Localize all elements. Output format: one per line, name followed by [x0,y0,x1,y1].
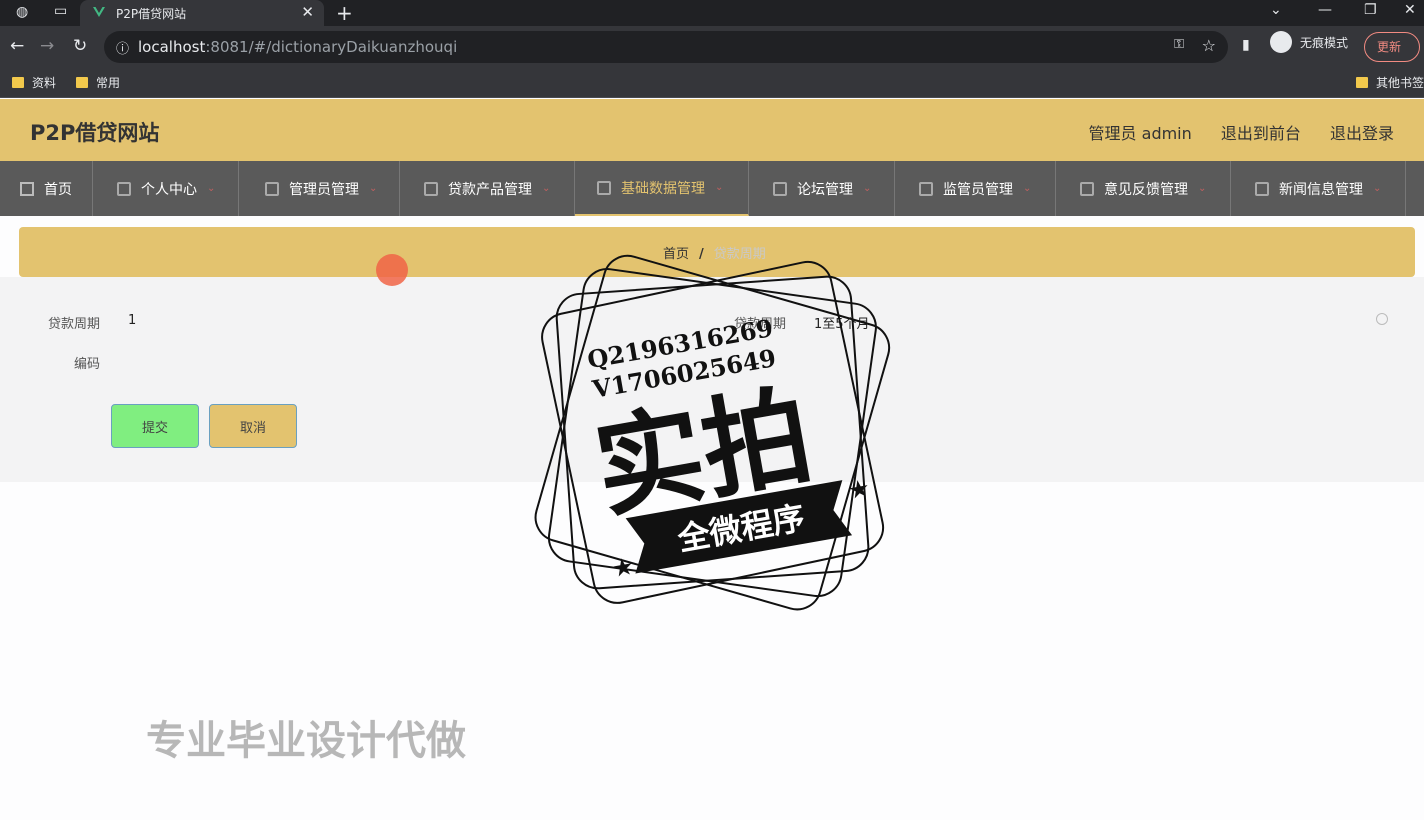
star-icon: ★ [610,552,636,583]
update-button[interactable]: 更新 [1364,32,1420,62]
tab-title: P2P借贷网站 [116,6,187,21]
update-label: 更新 [1377,40,1402,54]
chevron-down-icon: ⌄ [542,183,551,194]
nav-label: 监管员管理 [943,181,1013,198]
to-front-link[interactable]: 退出到前台 [1221,124,1301,143]
address-row: ← → ↻ ⓘ localhost :8081/#/dictionaryDaik… [0,26,1424,68]
sidepanel-icon[interactable]: ▮ [1242,37,1250,53]
user-icon [117,181,131,196]
field-label: 贷款周期 [47,317,100,332]
home-icon [20,181,34,196]
back-icon[interactable]: ← [10,36,24,56]
clear-icon[interactable] [1376,313,1388,325]
bookmarks-bar: 资料 常用 其他书签 [0,68,1424,98]
info-icon[interactable]: ⓘ [116,38,129,57]
chevron-down-icon: ⌄ [1023,183,1032,194]
list-icon [773,181,787,196]
submit-button[interactable]: 提交 [111,404,199,448]
field-label: 编码 [73,357,100,372]
url-host: localhost [138,38,206,56]
nav-label: 新闻信息管理 [1279,181,1363,198]
other-bookmarks[interactable]: 其他书签 [1356,74,1424,91]
reload-icon[interactable]: ↻ [73,36,87,56]
logout-link[interactable]: 退出登录 [1330,124,1394,143]
incognito-icon [1270,31,1292,53]
tag-icon [424,181,438,196]
chat-icon [1080,181,1094,196]
nav-item-feedback[interactable]: 意见反馈管理 ⌄ [1056,161,1231,216]
cancel-button[interactable]: 取消 [209,404,297,448]
news-icon [1255,181,1269,196]
star-icon[interactable]: ☆ [1202,36,1216,55]
chevron-down-icon: ⌄ [1373,183,1382,194]
site-title: P2P借贷网站 [30,121,160,145]
nav-item-news[interactable]: 新闻信息管理 ⌄ [1231,161,1406,216]
bookmark-folder[interactable]: 常用 [76,74,120,91]
site-header: P2P借贷网站 管理员 admin 退出到前台 退出登录 [0,99,1424,161]
nav-label: 个人中心 [141,181,197,198]
main-nav: 首页 个人中心 ⌄ 管理员管理 ⌄ 贷款产品管理 ⌄ 基础数据管理 ⌄ 论坛管理 ⌄ 监管… [0,161,1424,216]
nav-item-home[interactable]: 首页 [0,161,93,216]
minimize-icon[interactable]: — [1318,2,1332,18]
folder-icon [1356,77,1368,88]
mic-icon [265,181,279,196]
nav-item-basic-data[interactable]: 基础数据管理 ⌄ [575,161,749,216]
watermark-stamp: Q2196316269 V1706025649 实拍 全微程序 ★ ★ [534,254,891,611]
new-tab-button[interactable]: + [336,1,353,25]
chevron-down-icon[interactable]: ⌄ [1270,2,1282,18]
bookmark-label: 资料 [32,76,57,90]
chevron-down-icon: ⌄ [863,183,872,194]
url-path: :8081/#/dictionaryDaikuanzhouqi [205,38,458,56]
browser-tab[interactable]: P2P借贷网站 ✕ [80,0,324,26]
monitor-icon [919,181,933,196]
browser-tabstrip: ◍ ▭ P2P借贷网站 ✕ + ⌄ — ❐ ✕ [0,0,1424,26]
cursor-highlight [376,254,408,286]
window-icon[interactable]: ▭ [54,3,67,19]
restore-icon[interactable]: ❐ [1364,2,1377,18]
other-bookmarks-label: 其他书签 [1376,76,1424,90]
nav-item-supervisors[interactable]: 监管员管理 ⌄ [895,161,1056,216]
chevron-down-icon: ⌄ [207,183,216,194]
nav-item-loan-products[interactable]: 贷款产品管理 ⌄ [400,161,575,216]
nav-label: 基础数据管理 [621,180,705,197]
nav-label: 管理员管理 [289,181,359,198]
incognito-label: 无痕模式 [1300,35,1349,50]
globe-icon[interactable]: ◍ [16,4,28,20]
chevron-down-icon: ⌄ [715,182,724,193]
url-bar[interactable]: ⓘ localhost :8081/#/dictionaryDaikuanzho… [104,31,1228,63]
forward-icon[interactable]: → [40,36,54,56]
chevron-down-icon: ⌄ [369,183,378,194]
star-icon: ★ [846,474,872,505]
folder-icon [12,77,24,88]
nav-item-admins[interactable]: 管理员管理 ⌄ [239,161,400,216]
field-value[interactable]: 1 [128,313,136,328]
nav-item-profile[interactable]: 个人中心 ⌄ [93,161,239,216]
close-tab-icon[interactable]: ✕ [301,3,314,21]
submit-label: 提交 [141,420,168,436]
cancel-label: 取消 [239,420,266,436]
vue-icon [93,7,105,17]
incognito-indicator[interactable]: 无痕模式 [1270,31,1348,53]
key-icon[interactable]: ⚿ [1174,37,1184,52]
close-window-icon[interactable]: ✕ [1404,2,1416,18]
bookmark-label: 常用 [96,76,121,90]
admin-user-label: 管理员 admin [1088,124,1192,143]
nav-label: 首页 [44,181,72,198]
nav-item-forum[interactable]: 论坛管理 ⌄ [749,161,895,216]
edit-icon [597,180,611,195]
bookmark-folder[interactable]: 资料 [12,74,56,91]
nav-label: 贷款产品管理 [448,181,532,198]
chevron-down-icon: ⌄ [1198,183,1207,194]
nav-label: 论坛管理 [797,181,853,198]
nav-label: 意见反馈管理 [1104,181,1188,198]
promo-watermark: 专业毕业设计代做 [146,718,466,764]
folder-icon [76,77,88,88]
header-links: 管理员 admin 退出到前台 退出登录 [1065,120,1394,144]
